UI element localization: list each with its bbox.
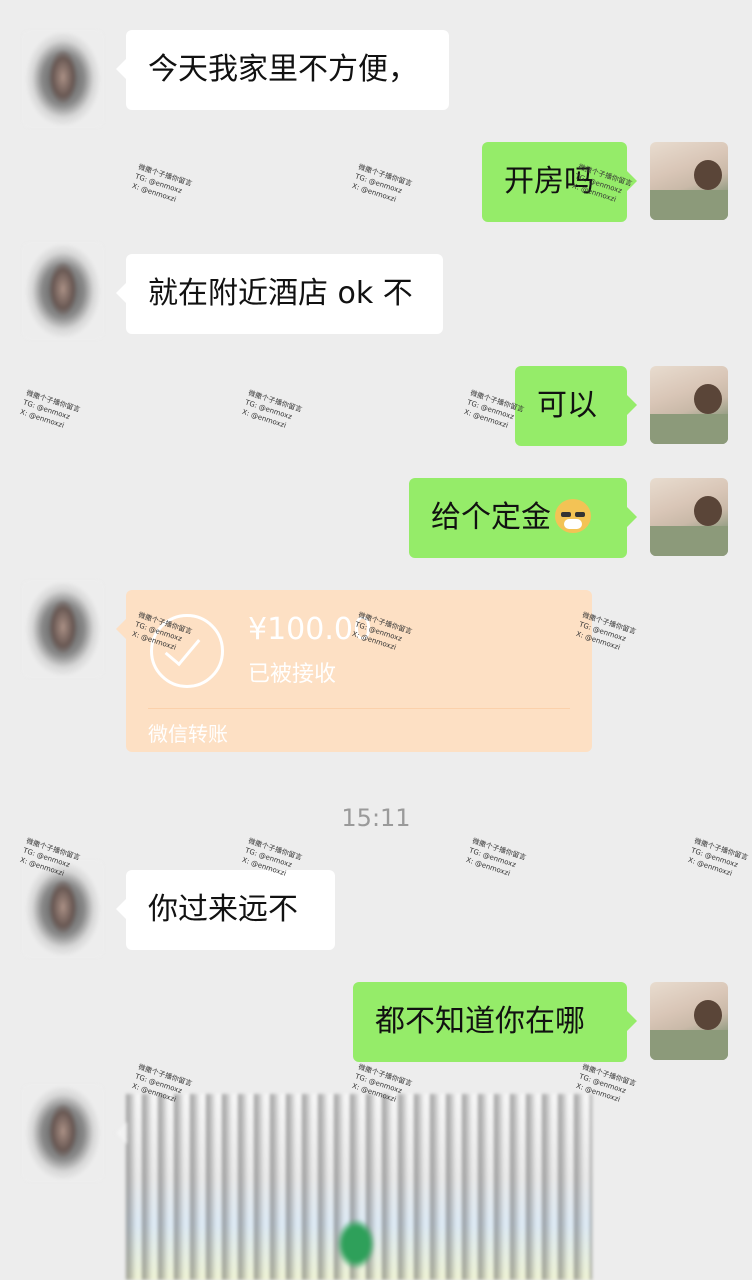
my-avatar[interactable]	[650, 982, 728, 1060]
contact-avatar[interactable]	[22, 242, 104, 340]
outgoing-message-bubble[interactable]: 可以	[515, 366, 637, 446]
outgoing-message-bubble[interactable]: 都不知道你在哪	[353, 982, 637, 1062]
watermark: 微撒个子播你留言 TG: @enmoxz X: @enmoxzi	[465, 836, 527, 878]
transfer-source-label: 微信转账	[148, 722, 228, 746]
watermark: 微撒个子播你留言 TG: @enmoxz X: @enmoxzi	[131, 162, 193, 204]
my-avatar[interactable]	[650, 478, 728, 556]
watermark: 微撒个子播你留言 TG: @enmoxz X: @enmoxzi	[241, 388, 303, 430]
watermark: 微撒个子播你留言 TG: @enmoxz X: @enmoxzi	[351, 162, 413, 204]
my-avatar[interactable]	[650, 366, 728, 444]
message-text: 就在附近酒店 ok 不	[148, 276, 413, 311]
message-text: 今天我家里不方便，	[148, 52, 418, 87]
transfer-status: 已被接收	[248, 662, 337, 687]
contact-avatar[interactable]	[22, 30, 104, 128]
outgoing-message-bubble[interactable]: 给个定金	[409, 478, 637, 558]
message-timestamp: 15:11	[341, 804, 411, 832]
watermark: 微撒个子播你留言 TG: @enmoxz X: @enmoxzi	[19, 388, 81, 430]
watermark: 微撒个子播你留言 TG: @enmoxz X: @enmoxzi	[687, 836, 749, 878]
message-text: 你过来远不	[148, 892, 298, 927]
message-text: 都不知道你在哪	[375, 1004, 585, 1039]
message-text: 可以	[537, 388, 597, 423]
doge-emoji-icon	[555, 498, 591, 533]
incoming-message-bubble[interactable]: 今天我家里不方便，	[116, 30, 449, 110]
transfer-divider	[148, 708, 570, 709]
incoming-message-bubble[interactable]: 就在附近酒店 ok 不	[116, 254, 443, 334]
incoming-message-bubble[interactable]: 你过来远不	[116, 870, 335, 950]
message-text: 给个定金	[431, 500, 551, 535]
contact-avatar[interactable]	[22, 1084, 104, 1182]
contact-avatar[interactable]	[22, 580, 104, 678]
image-message[interactable]	[116, 1094, 592, 1280]
my-avatar[interactable]	[650, 142, 728, 220]
